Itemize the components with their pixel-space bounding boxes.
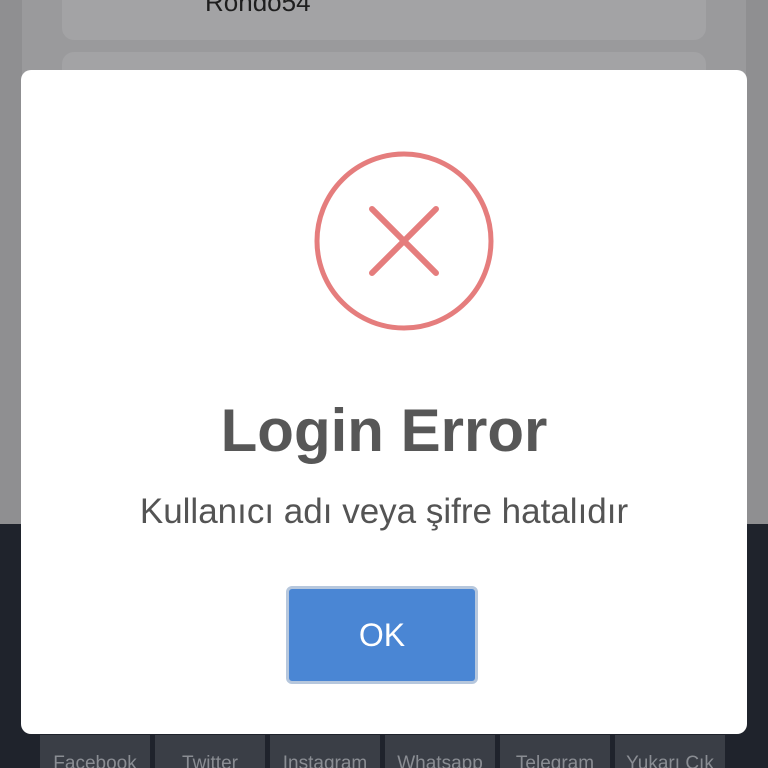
error-dialog: Login Error Kullanıcı adı veya şifre hat…	[21, 70, 747, 734]
dialog-title: Login Error	[220, 397, 548, 464]
username-card	[62, 0, 706, 40]
scroll-top-button[interactable]: Yukarı Çık	[615, 735, 725, 768]
social-button-telegram[interactable]: Telegram	[500, 735, 610, 768]
username-text: Rondo54	[205, 0, 311, 17]
social-button-facebook[interactable]: Facebook	[40, 735, 150, 768]
social-button-instagram[interactable]: Instagram	[270, 735, 380, 768]
error-x-icon	[314, 151, 494, 331]
screen: Rondo54 Facebook Twitter Instagram Whats…	[0, 0, 768, 768]
social-button-whatsapp[interactable]: Whatsapp	[385, 735, 495, 768]
social-button-twitter[interactable]: Twitter	[155, 735, 265, 768]
ok-button[interactable]: OK	[286, 586, 478, 684]
ok-button-label: OK	[358, 616, 406, 653]
dialog-message: Kullanıcı adı veya şifre hatalıdır	[139, 492, 629, 531]
social-links: Facebook Twitter Instagram Whatsapp Tele…	[40, 735, 725, 768]
